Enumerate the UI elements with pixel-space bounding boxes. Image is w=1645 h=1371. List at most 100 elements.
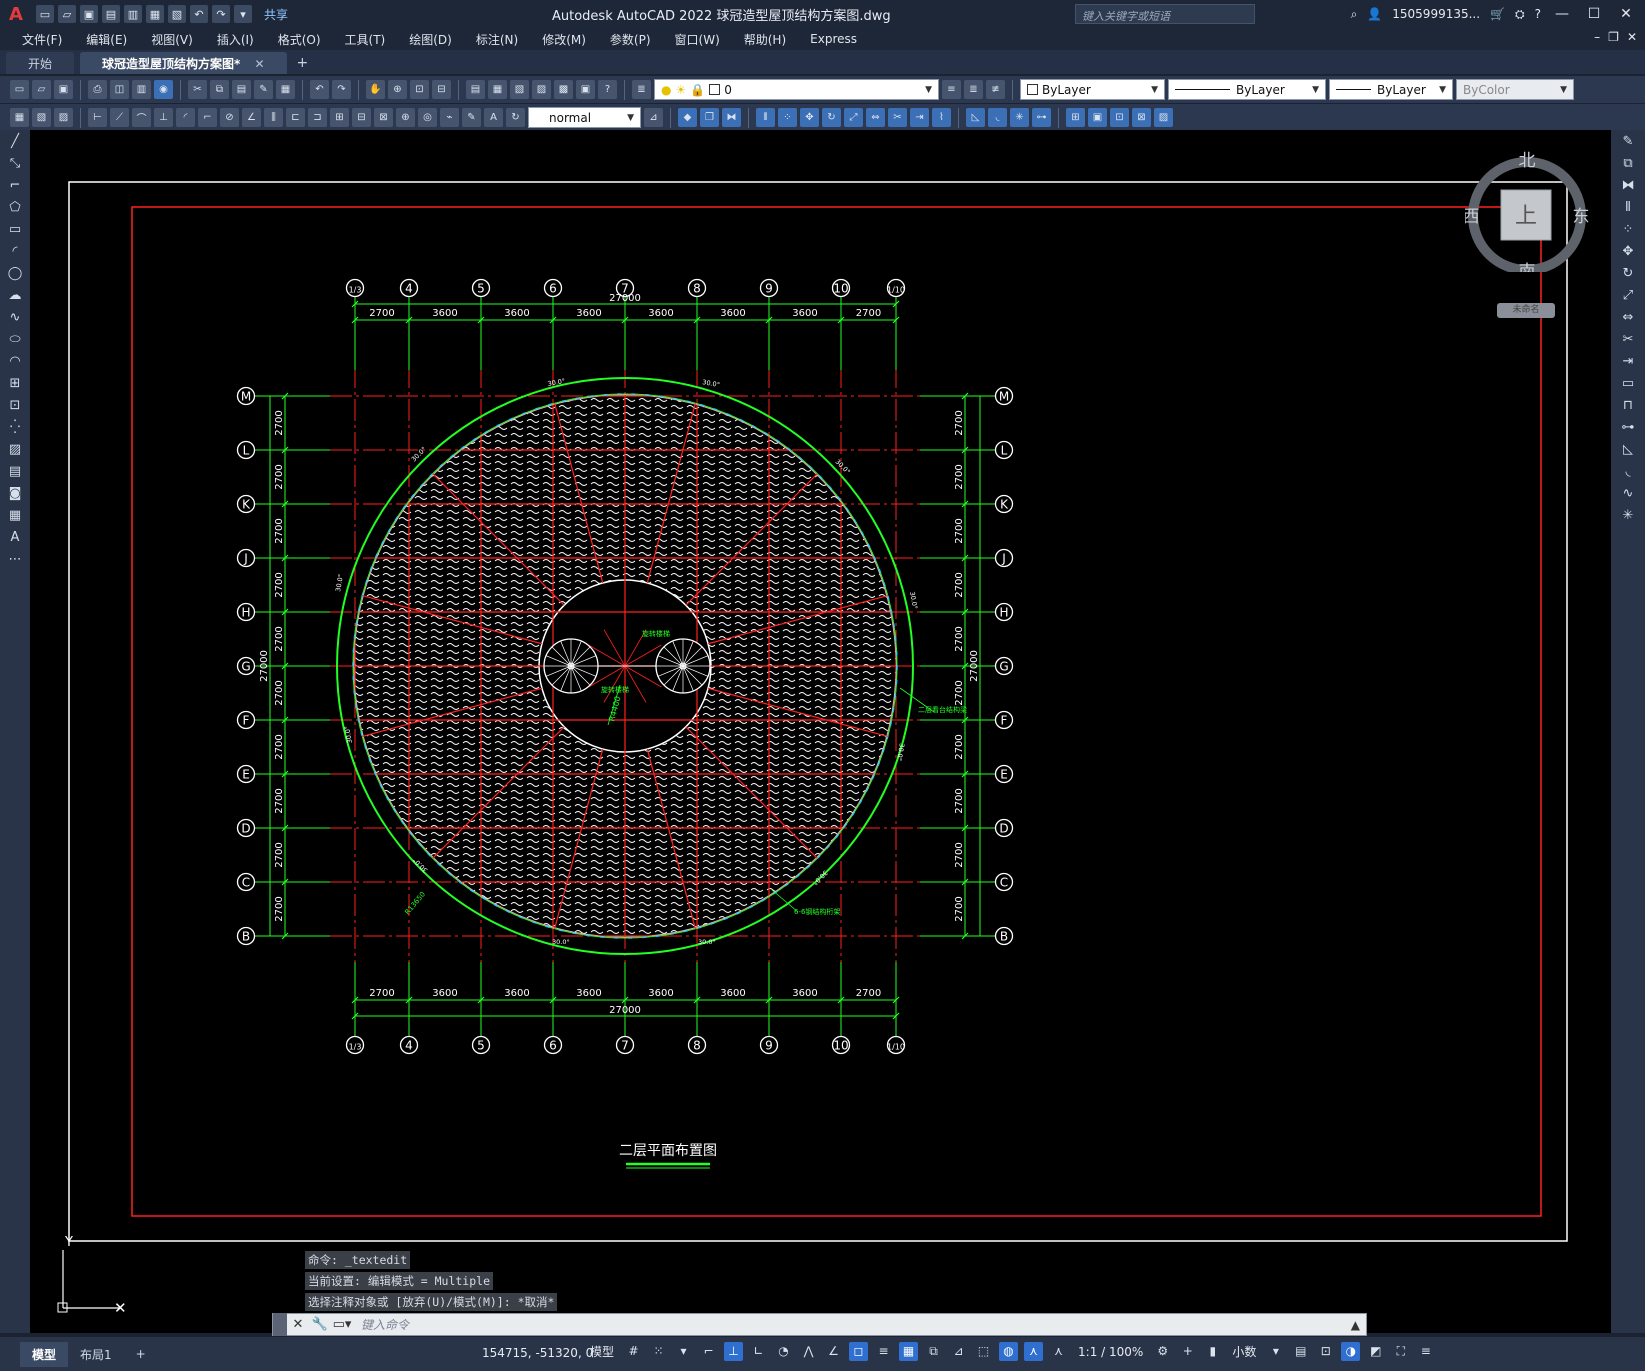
inspection-icon[interactable]: ◎ (418, 108, 437, 127)
menu-parametric[interactable]: 参数(P) (600, 29, 661, 50)
properties-icon[interactable]: ▤ (466, 80, 485, 99)
xref-icon[interactable]: ⊠ (1132, 108, 1151, 127)
ordinate-dim-icon[interactable]: ⊥ (154, 108, 173, 127)
open-file-icon[interactable]: ▱ (58, 5, 76, 23)
menu-view[interactable]: 视图(V) (141, 29, 203, 50)
quick-properties-icon[interactable]: ▤ (1291, 1342, 1310, 1361)
array-icon[interactable]: ⁘ (778, 108, 797, 127)
transparency-icon[interactable]: ▦ (899, 1342, 919, 1361)
chamfer-icon[interactable]: ◺ (966, 108, 985, 127)
circle-icon[interactable]: ◯ (5, 266, 25, 284)
scale-icon[interactable]: ⤢ (844, 108, 863, 127)
array-right-icon[interactable]: ⁘ (1618, 222, 1638, 240)
plus-icon[interactable]: + (1178, 1342, 1197, 1361)
3d-print-icon[interactable]: ◉ (154, 80, 173, 99)
menu-dimension[interactable]: 标注(N) (466, 29, 528, 50)
close-icon[interactable]: ✕ (287, 1317, 309, 1332)
trim-icon[interactable]: ✂ (888, 108, 907, 127)
selection-cycling-icon[interactable]: ⧉ (924, 1342, 943, 1361)
object-snap-tracking-icon[interactable]: ∠ (824, 1342, 843, 1361)
graphics-performance-icon[interactable]: ◩ (1366, 1342, 1385, 1361)
isodraft-icon[interactable]: ⋀ (799, 1342, 818, 1361)
menu-tools[interactable]: 工具(T) (335, 29, 396, 50)
clean-screen-icon[interactable]: ⛶ (1391, 1342, 1410, 1361)
dim-style-manager-icon[interactable]: ⊿ (644, 108, 663, 127)
chevron-down-icon[interactable]: ▾ (674, 1342, 693, 1361)
autocad-logo-icon[interactable]: A (0, 0, 32, 28)
quickcalc-icon[interactable]: ▣ (576, 80, 595, 99)
chamfer-right-icon[interactable]: ◺ (1618, 442, 1638, 460)
move-right-icon[interactable]: ✥ (1618, 244, 1638, 262)
recent-commands-icon[interactable]: ▭▾ (331, 1317, 353, 1332)
break-right-icon[interactable]: ⊓ (1618, 398, 1638, 416)
menu-help[interactable]: 帮助(H) (734, 29, 796, 50)
add-selected-icon[interactable]: ⋯ (5, 552, 25, 570)
command-input[interactable]: 键入命令 (361, 1316, 409, 1333)
print-icon[interactable]: ⎙ (88, 80, 107, 99)
dimstyle-dropdown[interactable]: normal ▼ (528, 107, 641, 128)
menu-window[interactable]: 窗口(W) (665, 29, 730, 50)
dynamic-ucs-icon[interactable]: ⬚ (974, 1342, 993, 1361)
revcloud-icon[interactable]: ☁ (5, 288, 25, 306)
trim-right-icon[interactable]: ✂ (1618, 332, 1638, 350)
erase-icon[interactable]: ◆ (678, 108, 697, 127)
share-button[interactable]: 共享 (264, 6, 288, 23)
offset-icon[interactable]: ⫴ (756, 108, 775, 127)
color-dropdown[interactable]: ByLayer ▼ (1020, 79, 1165, 100)
rotate-icon[interactable]: ↻ (822, 108, 841, 127)
hatch-left-icon[interactable]: ▨ (5, 442, 25, 460)
arc-icon[interactable]: ◜ (5, 244, 25, 262)
chevron-down-icon[interactable]: ▾ (1266, 1342, 1285, 1361)
lock-ui-icon[interactable]: ⊡ (1316, 1342, 1335, 1361)
units-value[interactable]: 小数 (1228, 1343, 1260, 1360)
annotation-visibility-icon[interactable]: ⋏ (1024, 1342, 1044, 1361)
menu-format[interactable]: 格式(O) (268, 29, 331, 50)
redo-tool-icon[interactable]: ↷ (332, 80, 351, 99)
save-icon[interactable]: ▣ (80, 5, 98, 23)
mtext-icon[interactable]: A (5, 530, 25, 548)
zoom-previous-icon[interactable]: ⊟ (432, 80, 451, 99)
layer-previous-icon[interactable]: ≣ (964, 80, 983, 99)
viewcube[interactable]: 上 北 南 东 西 (1463, 148, 1590, 282)
tab-drawing[interactable]: 球冠造型屋顶结构方案图* ✕ (80, 52, 287, 74)
move-icon[interactable]: ✥ (800, 108, 819, 127)
coordinates-readout[interactable]: 154715, -51320, 0 (482, 1346, 593, 1360)
polyline-icon[interactable]: ⌐ (5, 178, 25, 196)
help-tool-icon[interactable]: ? (598, 80, 617, 99)
tab-model[interactable]: 模型 (20, 1341, 69, 1367)
arc-length-icon[interactable]: ⌒ (132, 108, 151, 127)
mirror-right-icon[interactable]: ⧓ (1618, 178, 1638, 196)
grid-icon[interactable]: # (624, 1342, 643, 1361)
hatch-icon[interactable]: ▨ (1154, 108, 1173, 127)
explode-right-icon[interactable]: ✳ (1618, 508, 1638, 526)
undo-icon[interactable]: ↶ (190, 5, 208, 23)
insert-block-icon[interactable]: ⊞ (1066, 108, 1085, 127)
menu-insert[interactable]: 插入(I) (207, 29, 264, 50)
new-file-icon[interactable]: ▭ (36, 5, 54, 23)
scale-right-icon[interactable]: ⤢ (1618, 288, 1638, 306)
model-space-label[interactable]: 模型 (586, 1343, 618, 1360)
close-button[interactable]: ✕ (1615, 4, 1637, 24)
dim-text-edit-icon[interactable]: A (484, 108, 503, 127)
extend-right-icon[interactable]: ⇥ (1618, 354, 1638, 372)
table-icon[interactable]: ▦ (5, 508, 25, 526)
publish-icon[interactable]: ▥ (124, 5, 142, 23)
rectangle-icon[interactable]: ▭ (5, 222, 25, 240)
copy-icon[interactable]: ⧉ (210, 80, 229, 99)
object-snap-icon[interactable]: ◻ (849, 1342, 869, 1361)
selection-filter-icon[interactable]: ◍ (999, 1342, 1019, 1361)
menu-edit[interactable]: 编辑(E) (76, 29, 137, 50)
close-tab-icon[interactable]: ✕ (254, 57, 264, 71)
fillet-right-icon[interactable]: ◟ (1618, 464, 1638, 482)
menu-express[interactable]: Express (800, 30, 867, 48)
wrench-icon[interactable]: 🔧 (309, 1317, 331, 1332)
make-current-layer-icon[interactable]: ≡ (942, 80, 961, 99)
angular-dim-icon[interactable]: ∠ (242, 108, 261, 127)
markup-icon[interactable]: ▩ (554, 80, 573, 99)
join-right-icon[interactable]: ⊶ (1618, 420, 1638, 438)
layer-manager-icon[interactable]: ≣ (632, 80, 651, 99)
minimize-button[interactable]: — (1551, 4, 1573, 24)
lineweight-dropdown[interactable]: ByLayer ▼ (1329, 79, 1453, 100)
menu-modify[interactable]: 修改(M) (532, 29, 596, 50)
redo-icon[interactable]: ↷ (212, 5, 230, 23)
